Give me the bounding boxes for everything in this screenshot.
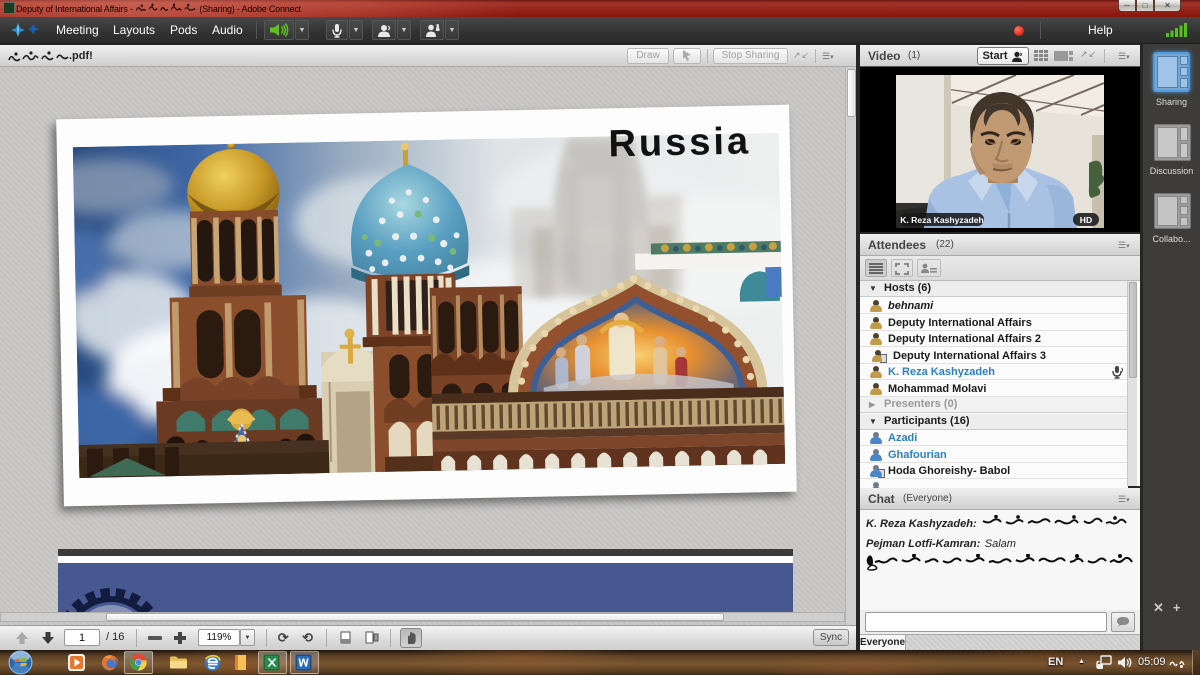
- svg-text:K. Reza Kashyzadeh: K. Reza Kashyzadeh: [900, 215, 984, 225]
- svg-text:HD: HD: [1080, 215, 1092, 225]
